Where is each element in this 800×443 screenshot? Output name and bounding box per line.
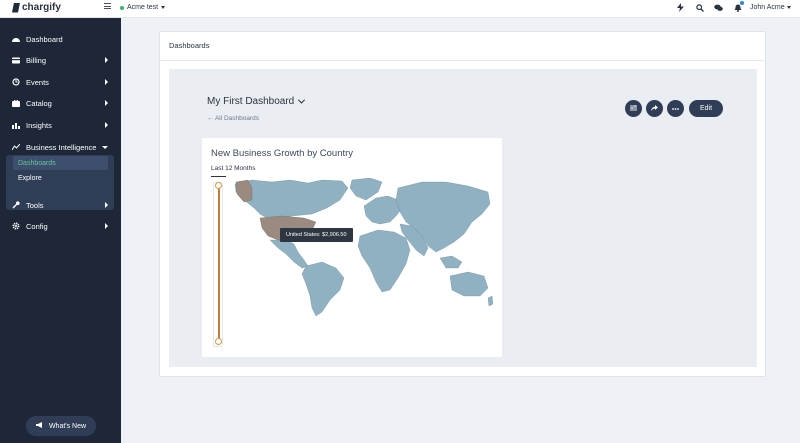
lightning-icon[interactable] [676,3,685,12]
site-status-dot [120,5,124,10]
sidebar-item-tools[interactable]: Tools [0,196,121,214]
slider-range-fill [218,187,220,342]
business-intelligence-icon [12,143,20,151]
map-region-alaska [235,179,253,203]
filter-icon [630,104,637,113]
page-title: Dashboards [169,41,210,50]
sidebar-item-catalog[interactable]: Catalog [0,94,121,112]
all-dashboards-link[interactable]: ← All Dashboards [207,115,259,122]
card-divider [160,60,765,61]
user-menu[interactable]: John Acme [750,4,791,11]
dashboard-canvas: My First Dashboard ← All Dashboards Edit… [169,69,757,367]
notifications-icon[interactable] [733,1,744,12]
share-button[interactable] [646,100,663,117]
dashboards-card: Dashboards My First Dashboard ← All Dash… [159,31,766,377]
map-region-central-america [269,239,309,269]
chevron-right-icon [105,57,108,63]
sidebar-subitem-explore[interactable]: Explore [13,171,108,185]
sidebar-item-business-intelligence[interactable]: Business Intelligence [0,138,121,156]
search-icon[interactable] [695,3,704,12]
world-map[interactable] [232,178,494,318]
edit-button[interactable]: Edit [689,100,723,117]
chevron-right-icon [105,223,108,229]
sidebar-subitem-dashboards[interactable]: Dashboards [13,156,108,170]
caret-down-icon [161,6,166,9]
catalog-icon [12,99,20,107]
chevron-right-icon [105,79,108,85]
more-icon [672,105,679,112]
sidebar: Dashboard Billing Events Catalog Insight… [0,18,121,443]
dashboard-icon [12,35,20,43]
billing-icon [12,56,20,64]
map-tooltip: United States: $2,906.50 [280,228,353,242]
sidebar-item-label: Dashboard [26,34,63,44]
chargify-logo[interactable]: chargify [12,2,61,13]
user-name: John Acme [750,4,785,11]
more-button[interactable] [667,100,684,117]
notification-badge [740,1,744,5]
events-icon [12,78,20,86]
chevron-down-icon [102,145,108,149]
megaphone-icon [35,422,43,430]
chevron-down-icon [298,96,306,104]
map-region-africa [357,229,411,293]
map-region-greenland [349,178,383,201]
sidebar-item-billing[interactable]: Billing [0,51,121,69]
tools-icon [12,201,20,209]
dashboard-selector[interactable]: My First Dashboard [207,96,306,107]
map-region-new-zealand [487,295,494,307]
period-underline [211,176,226,177]
map-region-south-america [301,261,345,317]
sidebar-item-label: Catalog [26,98,52,108]
slider-start-handle[interactable] [215,182,222,189]
hamburger-menu-icon[interactable] [104,3,111,9]
chevron-right-icon [105,100,108,106]
chevron-right-icon [105,202,108,208]
slider-end-handle[interactable] [215,338,222,345]
sidebar-item-label: Insights [26,120,52,130]
gear-icon [12,222,20,230]
chevron-right-icon [105,122,108,128]
sidebar-item-events[interactable]: Events [0,73,121,91]
site-switcher[interactable]: Acme test [120,4,166,11]
map-widget: New Business Growth by Country Last 12 M… [202,138,502,357]
share-icon [651,104,658,113]
chargify-logo-mark [12,2,20,13]
top-icons [676,1,744,12]
sidebar-item-label: Business Intelligence [26,142,97,152]
map-region-australia [449,271,489,297]
insights-icon [12,121,20,129]
widget-title: New Business Growth by Country [211,148,354,159]
filter-button[interactable] [625,100,642,117]
map-region-indonesia [439,255,463,269]
site-name: Acme test [127,4,159,11]
caret-down-icon [786,6,791,9]
sidebar-item-dashboard[interactable]: Dashboard [0,30,121,48]
dashboard-name: My First Dashboard [207,96,295,107]
widget-period: Last 12 Months [211,165,256,172]
top-bar: chargify Acme test John Acme [0,0,800,18]
sidebar-item-label: Config [26,221,48,231]
sidebar-item-insights[interactable]: Insights [0,116,121,134]
chat-icon[interactable] [714,3,723,12]
sidebar-item-label: Tools [26,200,44,210]
whats-new-button[interactable]: What's New [26,416,96,436]
brand-name: chargify [22,2,61,13]
sidebar-item-config[interactable]: Config [0,217,121,235]
sidebar-item-label: Events [26,77,49,87]
whats-new-label: What's New [48,422,87,430]
sidebar-item-label: Billing [26,55,47,65]
